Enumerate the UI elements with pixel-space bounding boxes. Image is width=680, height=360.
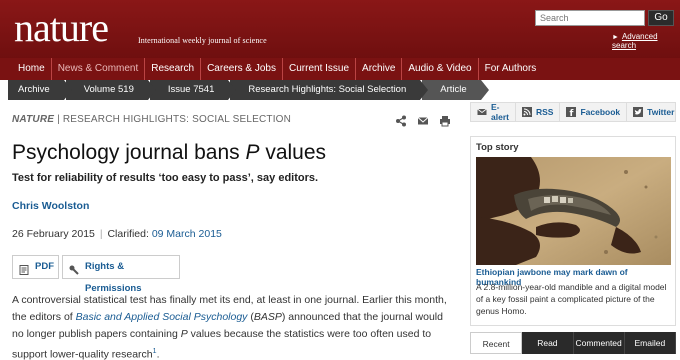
nav-item-research[interactable]: Research: [145, 58, 202, 80]
masthead: nature International weekly journal of s…: [0, 0, 680, 60]
breadcrumb-archive[interactable]: Archive: [8, 80, 72, 100]
print-icon[interactable]: [439, 114, 451, 127]
title-italic: P: [245, 141, 260, 164]
email-icon[interactable]: [417, 114, 429, 126]
article-standfirst: Test for reliability of results ‘too eas…: [12, 172, 319, 184]
pdf-button[interactable]: PDF: [12, 255, 59, 279]
tab-recent[interactable]: Recent: [470, 332, 523, 354]
facebook-icon: f: [566, 107, 577, 119]
kicker-journal[interactable]: NATURE: [12, 114, 54, 125]
nav-item-audio-video[interactable]: Audio & Video: [402, 58, 479, 80]
clarified-date[interactable]: 09 March 2015: [152, 228, 222, 240]
e-alert-label: E-alert: [491, 102, 509, 122]
facebook-link[interactable]: f Facebook: [560, 103, 628, 121]
rss-label: RSS: [535, 107, 554, 117]
facebook-label: Facebook: [580, 107, 621, 117]
tab-commented[interactable]: Commented: [573, 332, 625, 354]
rights-permissions-label: Rights & Permissions: [85, 261, 142, 294]
nav-item-current-issue[interactable]: Current Issue: [283, 58, 357, 80]
nav-item-home[interactable]: Home: [12, 58, 52, 80]
published-date: 26 February 2015: [12, 228, 95, 240]
tagline: International weekly journal of science: [138, 36, 267, 45]
journal-link[interactable]: Basic and Applied Social Psychology: [76, 311, 248, 323]
e-alert-link[interactable]: E-alert: [471, 102, 516, 122]
breadcrumb-volume[interactable]: Volume 519: [65, 80, 157, 100]
kicker-section[interactable]: RESEARCH HIGHLIGHTS: SOCIAL SELECTION: [63, 114, 291, 125]
nav-item-careers-jobs[interactable]: Careers & Jobs: [201, 58, 283, 80]
title-main: Psychology journal bans: [12, 141, 246, 164]
title-end: values: [259, 141, 327, 164]
article-title: Psychology journal bans P values: [12, 141, 326, 165]
top-story-summary: A 2.8-million-year-old mandible and a di…: [476, 282, 667, 316]
breadcrumb-issue[interactable]: Issue 7541: [149, 80, 237, 100]
tab-read[interactable]: Read: [522, 332, 574, 354]
article-kicker: NATURE | RESEARCH HIGHLIGHTS: SOCIAL SEL…: [12, 114, 291, 125]
nav-item-news-comment[interactable]: News & Comment: [52, 58, 146, 80]
pdf-label: PDF: [35, 261, 54, 272]
breadcrumb-article: Article: [422, 80, 490, 100]
nav-item-archive[interactable]: Archive: [356, 58, 403, 80]
sidebar-share-bar: E-alert RSS f Facebook Twitter: [470, 102, 676, 122]
rss-icon: [521, 107, 532, 117]
article-body: A controversial statistical test has fin…: [12, 292, 452, 360]
breadcrumb-section[interactable]: Research Highlights: Social Selection: [230, 80, 429, 100]
top-story-panel: Top story Ethiopian jawbone may mark daw…: [470, 136, 676, 326]
twitter-icon: [633, 107, 644, 117]
advanced-search-link[interactable]: ► Advanced search: [612, 32, 680, 50]
search-input[interactable]: [535, 10, 645, 26]
body-abbr: BASP: [253, 311, 282, 323]
share-icon[interactable]: [395, 114, 407, 127]
breadcrumb: Archive Volume 519 Issue 7541 Research H…: [8, 80, 490, 100]
nav-item-for-authors[interactable]: For Authors: [479, 58, 543, 80]
article-author[interactable]: Chris Woolston: [12, 200, 89, 212]
clarified-label: Clarified:: [107, 228, 149, 240]
main-nav: Home News & Comment Research Careers & J…: [0, 58, 680, 80]
date-separator: |: [99, 228, 103, 240]
arrow-right-icon: ►: [612, 34, 619, 41]
top-story-image[interactable]: [476, 157, 671, 265]
go-button[interactable]: Go: [648, 10, 674, 26]
twitter-link[interactable]: Twitter: [627, 103, 680, 121]
nature-logo[interactable]: nature: [14, 8, 109, 48]
article-tools: [395, 114, 451, 127]
twitter-label: Twitter: [647, 107, 675, 117]
top-story-heading: Top story: [476, 142, 519, 153]
rss-link[interactable]: RSS: [516, 103, 561, 121]
rights-permissions-button[interactable]: Rights & Permissions: [62, 255, 180, 294]
email-alert-icon: [477, 107, 487, 117]
sidebar-tabs: Recent Read Commented Emailed: [470, 332, 676, 354]
wrench-icon: [69, 262, 79, 275]
body-p-italic: P: [180, 328, 188, 340]
body-text-5: .: [156, 348, 160, 360]
article-dates: 26 February 2015 | Clarified: 09 March 2…: [12, 228, 222, 240]
tab-emailed[interactable]: Emailed: [624, 332, 676, 354]
svg-text:f: f: [570, 109, 574, 117]
pdf-icon: [19, 262, 29, 275]
